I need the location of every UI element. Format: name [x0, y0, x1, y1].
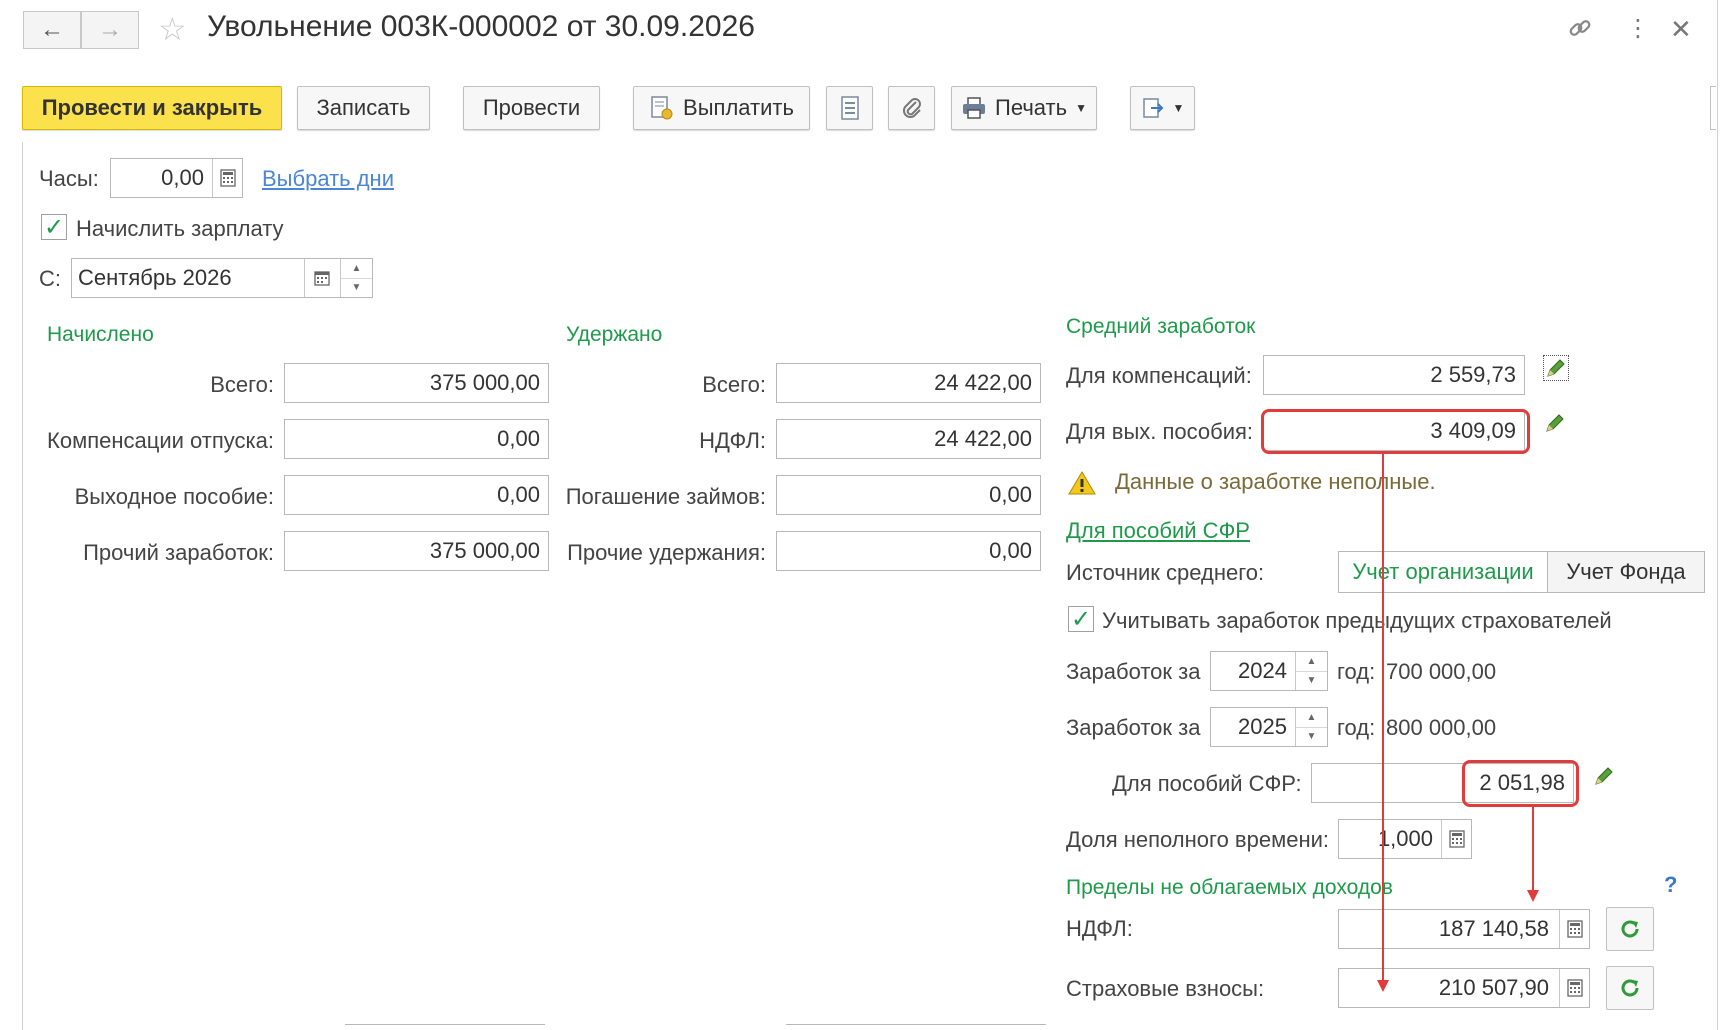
bottom-button-edge — [786, 1024, 1046, 1030]
right-scroll-stub — [1710, 86, 1716, 130]
annotation-arrows — [1377, 454, 1539, 992]
bottom-button-edge — [345, 1024, 545, 1030]
